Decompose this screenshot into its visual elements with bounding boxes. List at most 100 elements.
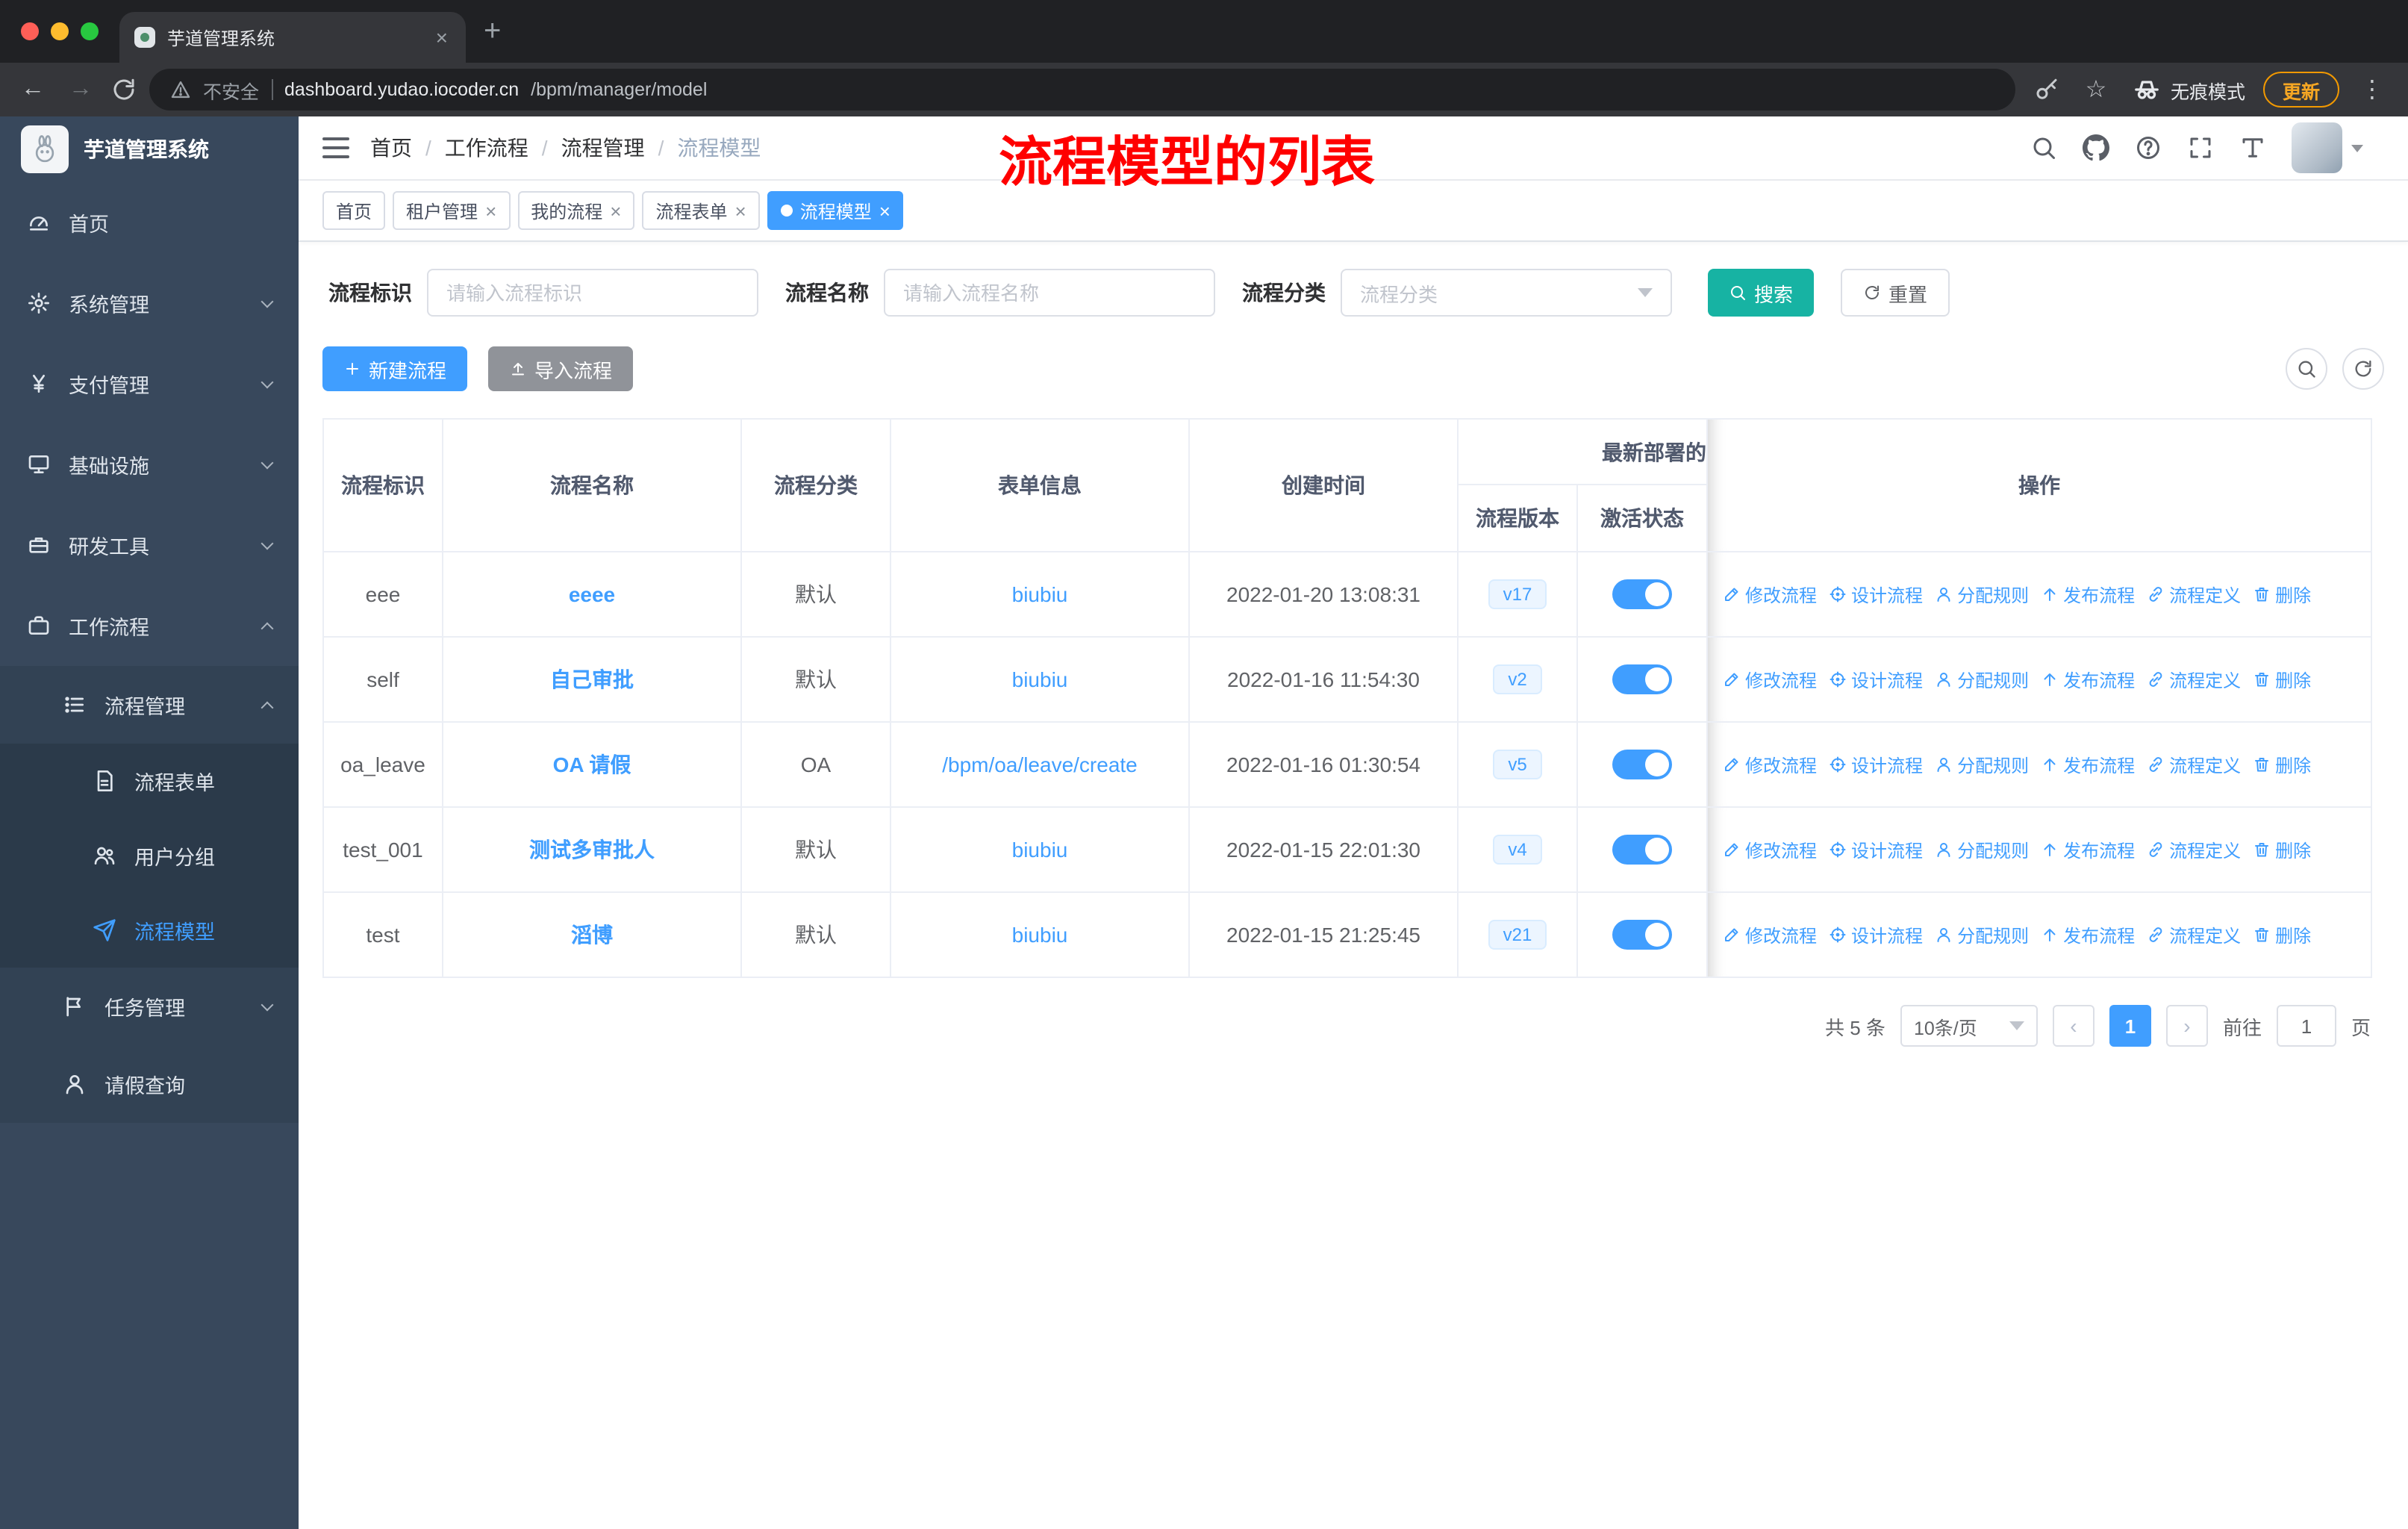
sidebar-item-leave-query[interactable]: 请假查询 — [0, 1045, 299, 1123]
next-page-button[interactable]: › — [2165, 1005, 2208, 1047]
help-icon[interactable] — [2135, 134, 2162, 161]
security-label[interactable]: 不安全 — [203, 75, 259, 104]
import-process-button[interactable]: 导入流程 — [488, 346, 634, 391]
process-category-select[interactable]: 流程分类 — [1341, 269, 1672, 317]
sidebar-item-user-group[interactable]: 用户分组 — [0, 818, 299, 893]
action-edit-process-link[interactable]: 修改流程 — [1723, 667, 1817, 692]
action-delete-link[interactable]: 删除 — [2253, 667, 2311, 692]
action-publish-process-link[interactable]: 发布流程 — [2041, 667, 2135, 692]
sidebar-collapse-icon[interactable] — [322, 137, 349, 158]
form-info-link[interactable]: biubiu — [1012, 923, 1068, 947]
tag-my-process[interactable]: 我的流程 × — [517, 191, 635, 230]
tag-home[interactable]: 首页 — [322, 191, 386, 230]
tag-process-form[interactable]: 流程表单 × — [642, 191, 760, 230]
page-size-select[interactable]: 10条/页 — [1900, 1005, 2038, 1047]
browser-menu-icon[interactable]: ⋮ — [2357, 75, 2387, 105]
active-status-toggle[interactable] — [1612, 835, 1672, 865]
action-assign-rule-link[interactable]: 分配规则 — [1935, 752, 2029, 777]
action-design-process-link[interactable]: 设计流程 — [1829, 752, 1923, 777]
browser-update-button[interactable]: 更新 — [2262, 72, 2339, 108]
browser-tab[interactable]: 芋道管理系统 × — [119, 12, 466, 63]
sidebar-item-process-form[interactable]: 流程表单 — [0, 744, 299, 818]
reload-icon[interactable] — [110, 76, 137, 103]
process-name-link[interactable]: 测试多审批人 — [529, 838, 655, 862]
action-process-definition-link[interactable]: 流程定义 — [2147, 752, 2241, 777]
tag-process-model[interactable]: 流程模型 × — [767, 191, 904, 230]
action-design-process-link[interactable]: 设计流程 — [1829, 922, 1923, 947]
version-badge[interactable]: v2 — [1493, 664, 1542, 694]
goto-page-input[interactable] — [2276, 1005, 2336, 1047]
close-icon[interactable]: × — [610, 199, 621, 222]
action-assign-rule-link[interactable]: 分配规则 — [1935, 922, 2029, 947]
action-assign-rule-link[interactable]: 分配规则 — [1935, 582, 2029, 607]
process-name-input[interactable] — [884, 269, 1215, 317]
fullscreen-icon[interactable] — [2187, 134, 2214, 161]
sidebar-item-system[interactable]: 系统管理 — [0, 263, 299, 343]
process-name-link[interactable]: OA 请假 — [553, 753, 631, 776]
close-icon[interactable]: × — [735, 199, 746, 222]
sidebar-logo[interactable]: 芋道管理系统 — [0, 116, 299, 182]
action-delete-link[interactable]: 删除 — [2253, 752, 2311, 777]
action-design-process-link[interactable]: 设计流程 — [1829, 837, 1923, 862]
action-edit-process-link[interactable]: 修改流程 — [1723, 837, 1817, 862]
sidebar-item-process-management[interactable]: 流程管理 — [0, 666, 299, 744]
action-publish-process-link[interactable]: 发布流程 — [2041, 837, 2135, 862]
action-process-definition-link[interactable]: 流程定义 — [2147, 922, 2241, 947]
action-process-definition-link[interactable]: 流程定义 — [2147, 667, 2241, 692]
password-key-icon[interactable] — [2033, 76, 2060, 103]
action-delete-link[interactable]: 删除 — [2253, 922, 2311, 947]
form-info-link[interactable]: biubiu — [1012, 667, 1068, 691]
action-design-process-link[interactable]: 设计流程 — [1829, 667, 1923, 692]
tag-tenant[interactable]: 租户管理 × — [393, 191, 511, 230]
breadcrumb-home[interactable]: 首页 — [370, 133, 412, 163]
sidebar-item-task-management[interactable]: 任务管理 — [0, 968, 299, 1045]
form-info-link[interactable]: biubiu — [1012, 838, 1068, 862]
action-publish-process-link[interactable]: 发布流程 — [2041, 922, 2135, 947]
window-zoom-button[interactable] — [81, 22, 99, 40]
create-process-button[interactable]: 新建流程 — [322, 346, 468, 391]
version-badge[interactable]: v17 — [1488, 579, 1547, 609]
process-name-link[interactable]: 自己审批 — [550, 667, 634, 691]
action-edit-process-link[interactable]: 修改流程 — [1723, 582, 1817, 607]
process-key-input[interactable] — [427, 269, 758, 317]
page-number-button[interactable]: 1 — [2109, 1005, 2151, 1047]
form-info-link[interactable]: biubiu — [1012, 582, 1068, 606]
action-edit-process-link[interactable]: 修改流程 — [1723, 752, 1817, 777]
action-assign-rule-link[interactable]: 分配规则 — [1935, 667, 2029, 692]
action-process-definition-link[interactable]: 流程定义 — [2147, 582, 2241, 607]
process-name-link[interactable]: 滔博 — [571, 923, 613, 947]
close-icon[interactable]: × — [485, 199, 496, 222]
window-close-button[interactable] — [21, 22, 39, 40]
user-avatar[interactable] — [2292, 122, 2342, 173]
refresh-table-button[interactable] — [2342, 348, 2384, 390]
reset-button[interactable]: 重置 — [1841, 269, 1950, 317]
sidebar-item-infrastructure[interactable]: 基础设施 — [0, 424, 299, 505]
user-menu[interactable] — [2292, 122, 2363, 173]
bookmark-star-icon[interactable]: ☆ — [2078, 75, 2114, 105]
forward-icon[interactable]: → — [63, 76, 99, 103]
active-status-toggle[interactable] — [1612, 750, 1672, 779]
process-name-link[interactable]: eeee — [569, 582, 615, 606]
active-status-toggle[interactable] — [1612, 920, 1672, 950]
version-badge[interactable]: v21 — [1488, 920, 1547, 950]
breadcrumb-workflow[interactable]: 工作流程 — [445, 133, 528, 163]
breadcrumb-process-management[interactable]: 流程管理 — [561, 133, 645, 163]
font-size-icon[interactable] — [2239, 134, 2266, 161]
tab-close-icon[interactable]: × — [433, 25, 451, 49]
action-delete-link[interactable]: 删除 — [2253, 582, 2311, 607]
address-bar[interactable]: 不安全 dashboard.yudao.iocoder.cn/bpm/manag… — [149, 69, 2015, 110]
form-info-link[interactable]: /bpm/oa/leave/create — [942, 753, 1138, 776]
search-button[interactable]: 搜索 — [1708, 269, 1815, 317]
window-minimize-button[interactable] — [51, 22, 69, 40]
action-assign-rule-link[interactable]: 分配规则 — [1935, 837, 2029, 862]
show-search-toggle-button[interactable] — [2286, 348, 2327, 390]
prev-page-button[interactable]: ‹ — [2052, 1005, 2094, 1047]
action-publish-process-link[interactable]: 发布流程 — [2041, 582, 2135, 607]
search-icon[interactable] — [2030, 134, 2057, 161]
close-icon[interactable]: × — [879, 199, 890, 222]
sidebar-item-payment[interactable]: 支付管理 — [0, 343, 299, 424]
action-edit-process-link[interactable]: 修改流程 — [1723, 922, 1817, 947]
action-process-definition-link[interactable]: 流程定义 — [2147, 837, 2241, 862]
active-status-toggle[interactable] — [1612, 664, 1672, 694]
sidebar-item-devtools[interactable]: 研发工具 — [0, 505, 299, 585]
